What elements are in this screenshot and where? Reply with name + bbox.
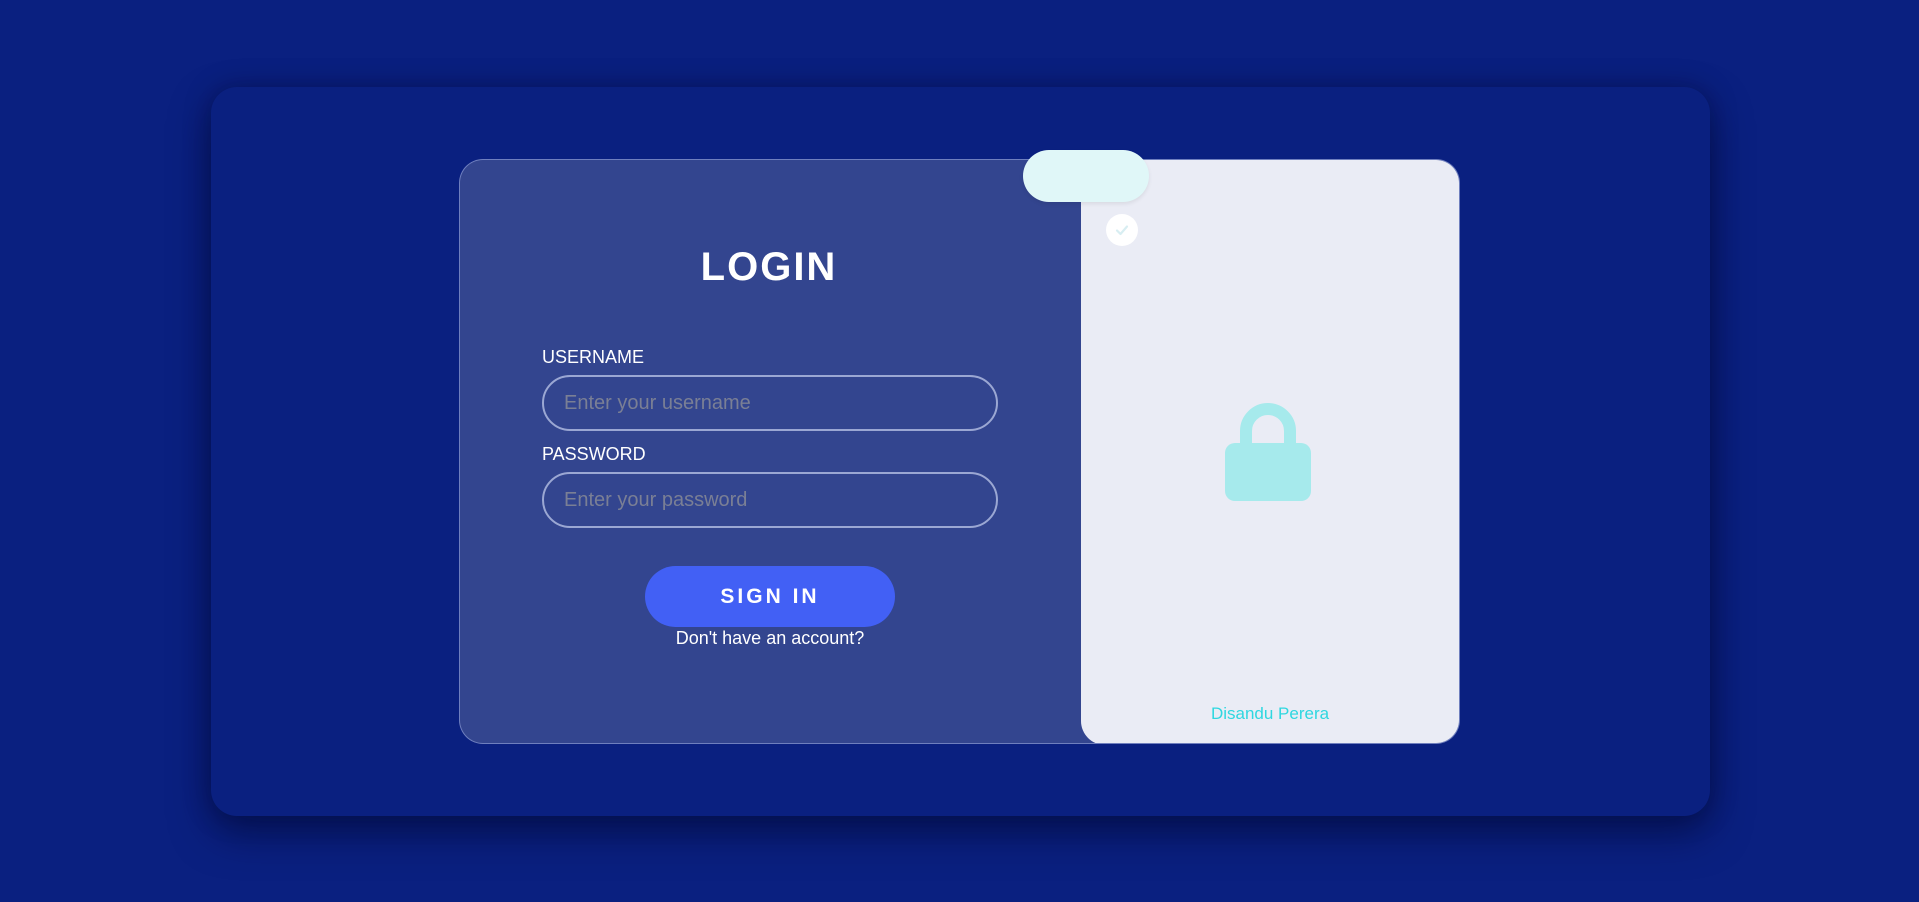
username-label: USERNAME — [542, 347, 645, 367]
sign-in-button[interactable]: SIGN IN — [645, 566, 895, 627]
tab-pill — [1023, 150, 1149, 202]
username-input[interactable] — [542, 375, 998, 431]
password-label: PASSWORD — [542, 444, 646, 464]
signup-link[interactable]: Don't have an account? — [620, 628, 920, 649]
check-icon — [1115, 225, 1129, 236]
author-credit: Disandu Perera — [1210, 704, 1330, 723]
lock-icon — [1225, 403, 1311, 501]
page-title: LOGIN — [700, 245, 838, 289]
password-input[interactable] — [542, 472, 998, 528]
check-badge — [1106, 214, 1138, 246]
